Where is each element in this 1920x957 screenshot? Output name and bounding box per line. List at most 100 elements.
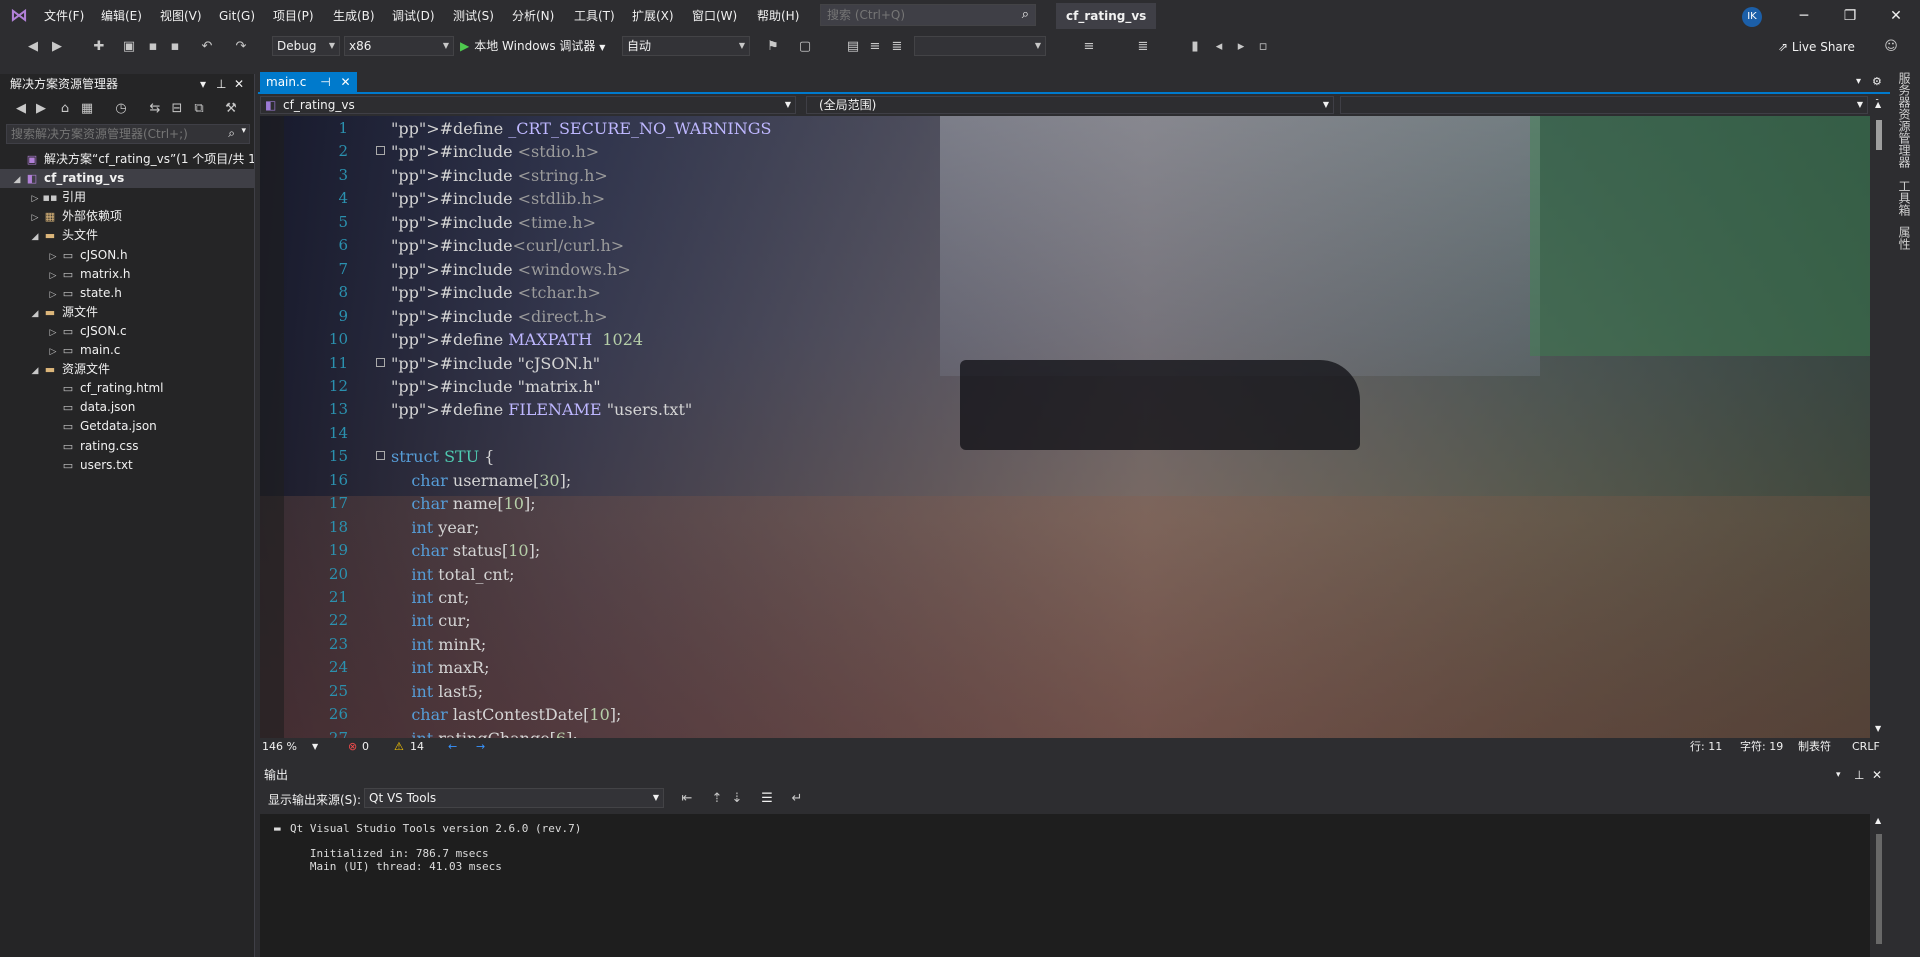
document-icon[interactable]: ▤ bbox=[844, 38, 862, 56]
expand-arrow-icon[interactable]: ◢ bbox=[28, 362, 42, 379]
undo-icon[interactable]: ↶ bbox=[198, 38, 216, 56]
tree-item-folder[interactable]: ◢ ▬ 源文件 bbox=[0, 303, 254, 322]
menu-item[interactable]: 生成(B) bbox=[333, 7, 375, 25]
back-icon[interactable]: ◀ bbox=[24, 38, 42, 56]
platform-select[interactable]: x86 ▼ bbox=[344, 36, 454, 56]
restore-icon[interactable]: ❐ bbox=[1832, 4, 1868, 28]
tree-item-solution[interactable]: ▣ 解决方案“cf_rating_vs”(1 个项目/共 1 个 bbox=[0, 150, 254, 169]
indent-icon[interactable]: ≡ bbox=[866, 38, 884, 56]
expand-arrow-icon[interactable]: ▷ bbox=[46, 248, 60, 265]
expand-arrow-icon[interactable]: ▷ bbox=[28, 190, 42, 207]
error-count[interactable]: 0 bbox=[362, 738, 369, 756]
code-line[interactable]: 6 "pp">#include<curl/curl.h> bbox=[260, 234, 1860, 258]
scope-nav-select[interactable]: (全局范围) ▼ bbox=[806, 96, 1334, 114]
expand-arrow-icon[interactable]: ▷ bbox=[46, 343, 60, 360]
expand-arrow-icon[interactable]: ◢ bbox=[28, 305, 42, 322]
code-line[interactable]: 25 int last5; bbox=[260, 680, 1860, 704]
scroll-up-icon[interactable]: ▲ bbox=[1875, 816, 1881, 825]
scroll-down-icon[interactable]: ▼ bbox=[1875, 724, 1881, 733]
code-line[interactable]: 2 "pp">#include <stdio.h> bbox=[260, 140, 1860, 164]
pending-changes-icon[interactable]: ◷ bbox=[112, 100, 130, 118]
scroll-thumb[interactable] bbox=[1876, 834, 1882, 944]
tree-item-file[interactable]: ▷ ▭ cJSON.h bbox=[0, 246, 254, 265]
code-line[interactable]: 13 "pp">#define FILENAME "users.txt" bbox=[260, 398, 1860, 422]
side-tool-tab[interactable]: 工具箱 bbox=[1896, 180, 1913, 216]
pin-icon[interactable]: ⊥ bbox=[1854, 766, 1864, 784]
output-text-area[interactable]: ▬ Qt Visual Studio Tools version 2.6.0 (… bbox=[260, 814, 1870, 957]
redo-icon[interactable]: ↷ bbox=[232, 38, 250, 56]
code-line[interactable]: 22 int cur; bbox=[260, 609, 1860, 633]
search-icon[interactable]: ⌕ bbox=[1022, 7, 1029, 22]
screenshot-icon[interactable]: ▢ bbox=[796, 38, 814, 56]
close-panel-icon[interactable]: ✕ bbox=[1872, 766, 1882, 784]
chevron-down-icon[interactable]: ▼ bbox=[312, 738, 318, 756]
project-nav-select[interactable]: ◧ cf_rating_vs ▼ bbox=[260, 96, 796, 114]
format-icon[interactable]: ≡ bbox=[1080, 38, 1098, 56]
live-share-button[interactable]: ⇗ Live Share bbox=[1778, 37, 1855, 57]
pin-tab-icon[interactable]: ⊣ bbox=[320, 75, 330, 89]
close-panel-icon[interactable]: ✕ bbox=[234, 74, 244, 94]
show-all-files-icon[interactable]: ⧉ bbox=[190, 100, 208, 118]
expand-arrow-icon[interactable]: ◢ bbox=[10, 171, 24, 188]
tree-item-file[interactable]: ▭ rating.css bbox=[0, 437, 254, 456]
search-box[interactable]: ⌕ bbox=[820, 4, 1036, 26]
avatar[interactable]: IK bbox=[1742, 7, 1762, 27]
find-message-icon[interactable]: ⇤ bbox=[678, 790, 696, 808]
menu-item[interactable]: 调试(D) bbox=[392, 7, 435, 25]
code-line[interactable]: 26 char lastContestDate[10]; bbox=[260, 703, 1860, 727]
properties-icon[interactable]: ⚒ bbox=[222, 100, 240, 118]
home-icon[interactable]: ⌂ bbox=[56, 100, 74, 118]
tab-main-c[interactable]: main.c ⊣ ✕ bbox=[260, 72, 357, 92]
code-editor[interactable]: 1 "pp">#define _CRT_SECURE_NO_WARNINGS 2 "p… bbox=[260, 116, 1870, 738]
tree-item-file[interactable]: ▷ ▭ state.h bbox=[0, 284, 254, 303]
code-line[interactable]: 16 char username[30]; bbox=[260, 469, 1860, 493]
bookmark-clear-icon[interactable]: ▫ bbox=[1254, 38, 1272, 56]
code-line[interactable]: 9 "pp">#include <direct.h> bbox=[260, 305, 1860, 329]
chevron-down-icon[interactable]: ▾ bbox=[241, 126, 246, 136]
close-tab-icon[interactable]: ✕ bbox=[341, 75, 351, 89]
solution-search-box[interactable]: ⌕ ▾ bbox=[6, 124, 250, 144]
bookmark-prev-icon[interactable]: ◂ bbox=[1210, 38, 1228, 56]
menu-item[interactable]: 文件(F) bbox=[44, 7, 84, 25]
panel-menu-icon[interactable]: ▾ bbox=[200, 74, 206, 94]
line-ending[interactable]: CRLF bbox=[1852, 738, 1880, 756]
search-input[interactable] bbox=[821, 5, 1013, 25]
code-line[interactable]: 12 "pp">#include "matrix.h" bbox=[260, 375, 1860, 399]
auto-select[interactable]: 自动 ▼ bbox=[622, 36, 750, 56]
minimize-icon[interactable]: ─ bbox=[1786, 4, 1822, 28]
collapse-icon[interactable]: ▬ bbox=[274, 822, 281, 835]
bookmark-next-icon[interactable]: ▸ bbox=[1232, 38, 1250, 56]
tree-item-file[interactable]: ▭ data.json bbox=[0, 398, 254, 417]
go-to-next-icon[interactable]: ⇣ bbox=[728, 790, 746, 808]
menu-item[interactable]: Git(G) bbox=[219, 7, 255, 25]
feedback-icon[interactable]: ☺ bbox=[1882, 38, 1900, 56]
tree-item-folder[interactable]: ◢ ▬ 资源文件 bbox=[0, 360, 254, 379]
editor-vertical-scrollbar[interactable]: ▲ ▼ bbox=[1870, 100, 1888, 738]
expand-arrow-icon[interactable]: ▷ bbox=[46, 286, 60, 303]
sync-icon[interactable]: ⇆ bbox=[146, 100, 164, 118]
tree-item-file[interactable]: ▷ ▭ matrix.h bbox=[0, 265, 254, 284]
indent-mode[interactable]: 制表符 bbox=[1798, 738, 1831, 756]
next-issue-icon[interactable]: → bbox=[476, 738, 485, 756]
tree-item-folder[interactable]: ◢ ▬ 头文件 bbox=[0, 226, 254, 245]
expand-arrow-icon[interactable]: ▷ bbox=[46, 267, 60, 284]
output-vertical-scrollbar[interactable]: ▲ bbox=[1870, 814, 1888, 957]
save-all-icon[interactable]: ▪ bbox=[166, 38, 184, 56]
bookmark-icon[interactable]: ▮ bbox=[1186, 38, 1204, 56]
error-icon[interactable]: ⊗ bbox=[348, 738, 357, 756]
code-line[interactable]: 23 int minR; bbox=[260, 633, 1860, 657]
code-line[interactable]: 3 "pp">#include <string.h> bbox=[260, 164, 1860, 188]
code-line[interactable]: 8 "pp">#include <tchar.h> bbox=[260, 281, 1860, 305]
outdent-icon[interactable]: ≣ bbox=[888, 38, 906, 56]
side-tool-tab[interactable]: 属性 bbox=[1896, 226, 1913, 250]
new-item-icon[interactable]: ✚ bbox=[90, 38, 108, 56]
code-line[interactable]: 21 int cnt; bbox=[260, 586, 1860, 610]
member-nav-select[interactable]: ▼ bbox=[1340, 96, 1868, 114]
menu-item[interactable]: 视图(V) bbox=[160, 7, 202, 25]
code-line[interactable]: 19 char status[10]; bbox=[260, 539, 1860, 563]
forward-icon[interactable]: ▶ bbox=[48, 38, 66, 56]
pin-icon[interactable]: ⊥ bbox=[216, 74, 226, 94]
code-line[interactable]: 14 bbox=[260, 422, 1860, 446]
menu-item[interactable]: 测试(S) bbox=[453, 7, 494, 25]
code-line[interactable]: 5 "pp">#include <time.h> bbox=[260, 211, 1860, 235]
